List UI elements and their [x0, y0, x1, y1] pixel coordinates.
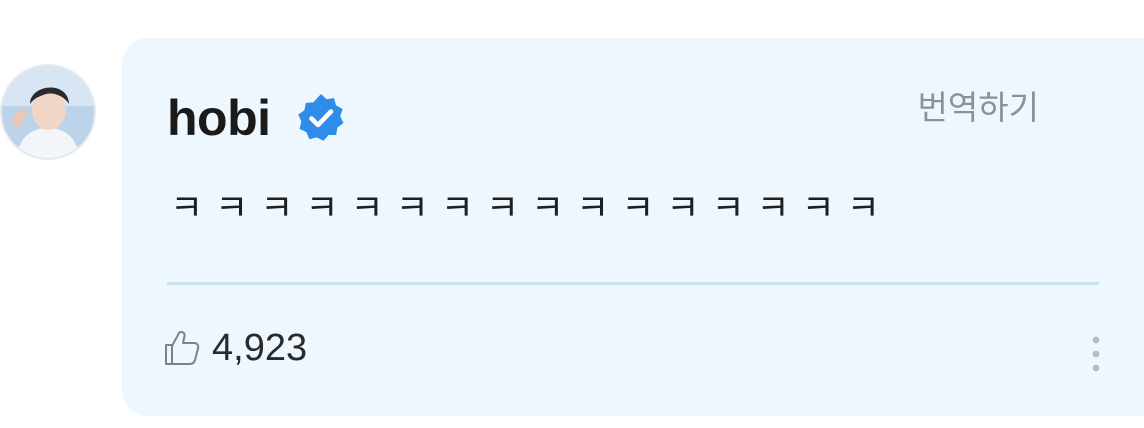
comment-text: ㅋㅋㅋㅋㅋㅋㅋㅋㅋㅋㅋㅋㅋㅋㅋㅋ	[170, 188, 892, 229]
avatar[interactable]	[0, 64, 96, 160]
like-count: 4,923	[212, 327, 308, 369]
author-name[interactable]: hobi	[167, 88, 271, 148]
translate-button[interactable]: 번역하기	[918, 84, 1039, 132]
comment-screen: hobi 번역하기 ㅋㅋㅋㅋㅋㅋㅋㅋㅋㅋㅋㅋㅋㅋㅋㅋ 4,923	[0, 0, 1144, 428]
verified-badge-icon	[295, 92, 347, 144]
more-vertical-icon[interactable]	[1084, 334, 1108, 376]
profile-photo-icon	[2, 66, 94, 158]
comment-card: hobi 번역하기 ㅋㅋㅋㅋㅋㅋㅋㅋㅋㅋㅋㅋㅋㅋㅋㅋ 4,923	[122, 38, 1144, 416]
like-row: 4,923	[162, 324, 307, 372]
thumbs-up-icon[interactable]	[162, 328, 202, 368]
comment-author: hobi	[167, 88, 347, 148]
divider	[167, 282, 1099, 285]
